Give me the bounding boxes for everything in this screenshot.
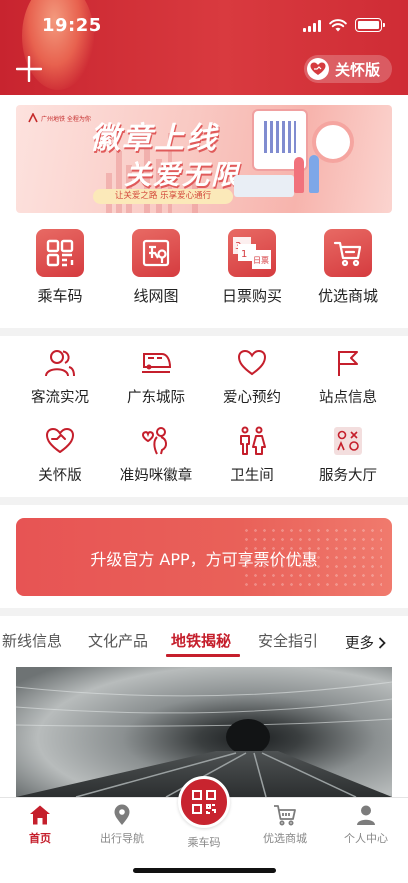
tab-safety-guide[interactable]: 安全指引 [258, 630, 318, 651]
banner-tagline: 让关爱之路 乐享爱心通行 [93, 189, 233, 204]
quick-action-label: 乘车码 [37, 287, 83, 305]
service-station-info[interactable]: 站点信息 [300, 346, 396, 407]
service-hall-icon [331, 424, 365, 458]
tab-profile[interactable]: 个人中心 [326, 804, 406, 846]
services-row-1: 客流实况 广东城际 爱心预约 站点信息 [12, 346, 396, 407]
banner-gate-illustration [234, 175, 294, 197]
tab-label: 乘车码 [187, 836, 221, 849]
care-mode-button[interactable]: 关怀版 [304, 55, 392, 83]
qr-code-icon [192, 790, 216, 814]
service-label: 准妈咪徽章 [119, 468, 193, 484]
wifi-icon [329, 18, 347, 31]
tab-mall[interactable]: 优选商城 [245, 804, 325, 846]
service-label: 卫生间 [230, 468, 274, 484]
banner-headline-2: 关爱无限 [124, 160, 240, 191]
shopping-cart-icon [274, 805, 296, 826]
quick-action-ride-code[interactable]: 乘车码 [12, 229, 108, 306]
add-icon[interactable] [16, 56, 42, 82]
banner-logo: 广州地铁 全程为你 [28, 113, 91, 123]
service-intercity[interactable]: 广东城际 [108, 346, 204, 407]
status-icons [303, 18, 385, 32]
passenger-flow-icon [43, 346, 77, 380]
quick-action-label: 日票购买 [221, 287, 282, 305]
more-button[interactable]: 更多 [345, 632, 386, 653]
location-pin-icon [114, 804, 130, 825]
care-hands-icon [43, 424, 77, 458]
service-passenger-flow[interactable]: 客流实况 [12, 346, 108, 407]
service-mom-badge[interactable]: 准妈咪徽章 [108, 424, 204, 485]
banner-person-illustration [294, 157, 304, 193]
heart-icon [235, 346, 269, 380]
route-map-icon [132, 229, 180, 277]
svg-text:1: 1 [241, 249, 247, 260]
qr-code-icon [36, 229, 84, 277]
care-heart-icon [307, 58, 329, 80]
upgrade-app-banner[interactable]: 升级官方 APP，方可享票价优惠 [16, 518, 392, 596]
service-hall[interactable]: 服务大厅 [300, 424, 396, 485]
shopping-cart-icon [324, 229, 372, 277]
quick-action-mall[interactable]: 优选商城 [300, 229, 396, 306]
banner-person-illustration [309, 155, 319, 193]
tab-new-lines[interactable]: 新线信息 [2, 630, 62, 651]
banner-headline-1: 徽章上线 [90, 121, 218, 156]
tab-label: 首页 [29, 832, 51, 845]
tab-home[interactable]: 首页 [0, 804, 80, 846]
service-label: 站点信息 [319, 390, 377, 406]
care-mode-label: 关怀版 [335, 60, 381, 79]
quick-action-route-map[interactable]: 线网图 [108, 229, 204, 306]
tab-metro-secrets[interactable]: 地铁揭秘 [171, 630, 231, 651]
ride-code-tab-button[interactable] [178, 776, 230, 828]
cellular-signal-icon [303, 19, 321, 32]
home-indicator [133, 868, 276, 873]
restroom-icon [235, 424, 269, 458]
service-label: 广东城际 [127, 390, 185, 406]
user-icon [357, 805, 375, 825]
tab-navigation[interactable]: 出行导航 [82, 804, 162, 846]
service-care-mode[interactable]: 关怀版 [12, 424, 108, 485]
tab-label: 优选商城 [263, 832, 307, 845]
active-tab-indicator [166, 654, 240, 657]
status-time: 19:25 [42, 15, 102, 36]
tab-label: 个人中心 [344, 832, 388, 845]
battery-icon [355, 18, 385, 32]
station-flag-icon [331, 346, 365, 380]
day-ticket-icon: 3 1 日票 [228, 229, 276, 277]
service-label: 爱心预约 [223, 390, 281, 406]
quick-action-label: 线网图 [133, 287, 179, 305]
app-header: 19:25 关怀版 [0, 0, 408, 95]
more-label: 更多 [345, 636, 374, 652]
home-icon [30, 805, 50, 825]
chevron-right-icon [378, 636, 386, 649]
tab-culture-products[interactable]: 文化产品 [88, 630, 148, 651]
service-restroom[interactable]: 卫生间 [204, 424, 300, 485]
tab-label: 出行导航 [100, 832, 144, 845]
service-care-booking[interactable]: 爱心预约 [204, 346, 300, 407]
upgrade-app-text: 升级官方 APP，方可享票价优惠 [90, 550, 318, 569]
service-label: 服务大厅 [319, 468, 377, 484]
svg-text:日票: 日票 [253, 256, 269, 265]
mom-badge-icon [139, 424, 173, 458]
service-label: 关怀版 [38, 468, 82, 484]
service-label: 客流实况 [31, 390, 89, 406]
quick-action-label: 优选商城 [317, 287, 378, 305]
quick-action-day-ticket[interactable]: 3 1 日票 日票购买 [204, 229, 300, 306]
quick-actions: 乘车码 线网图 3 1 日票 日票购买 优选商城 [12, 229, 396, 306]
news-tabs: 新线信息 文化产品 地铁揭秘 安全指引 更多 [0, 626, 408, 657]
promo-banner[interactable]: 广州地铁 全程为你 徽章上线 关爱无限 让关爱之路 乐享爱心通行 [16, 105, 392, 213]
intercity-train-icon [139, 346, 173, 380]
services-row-2: 关怀版 准妈咪徽章 卫生间 服务大厅 [12, 424, 396, 485]
